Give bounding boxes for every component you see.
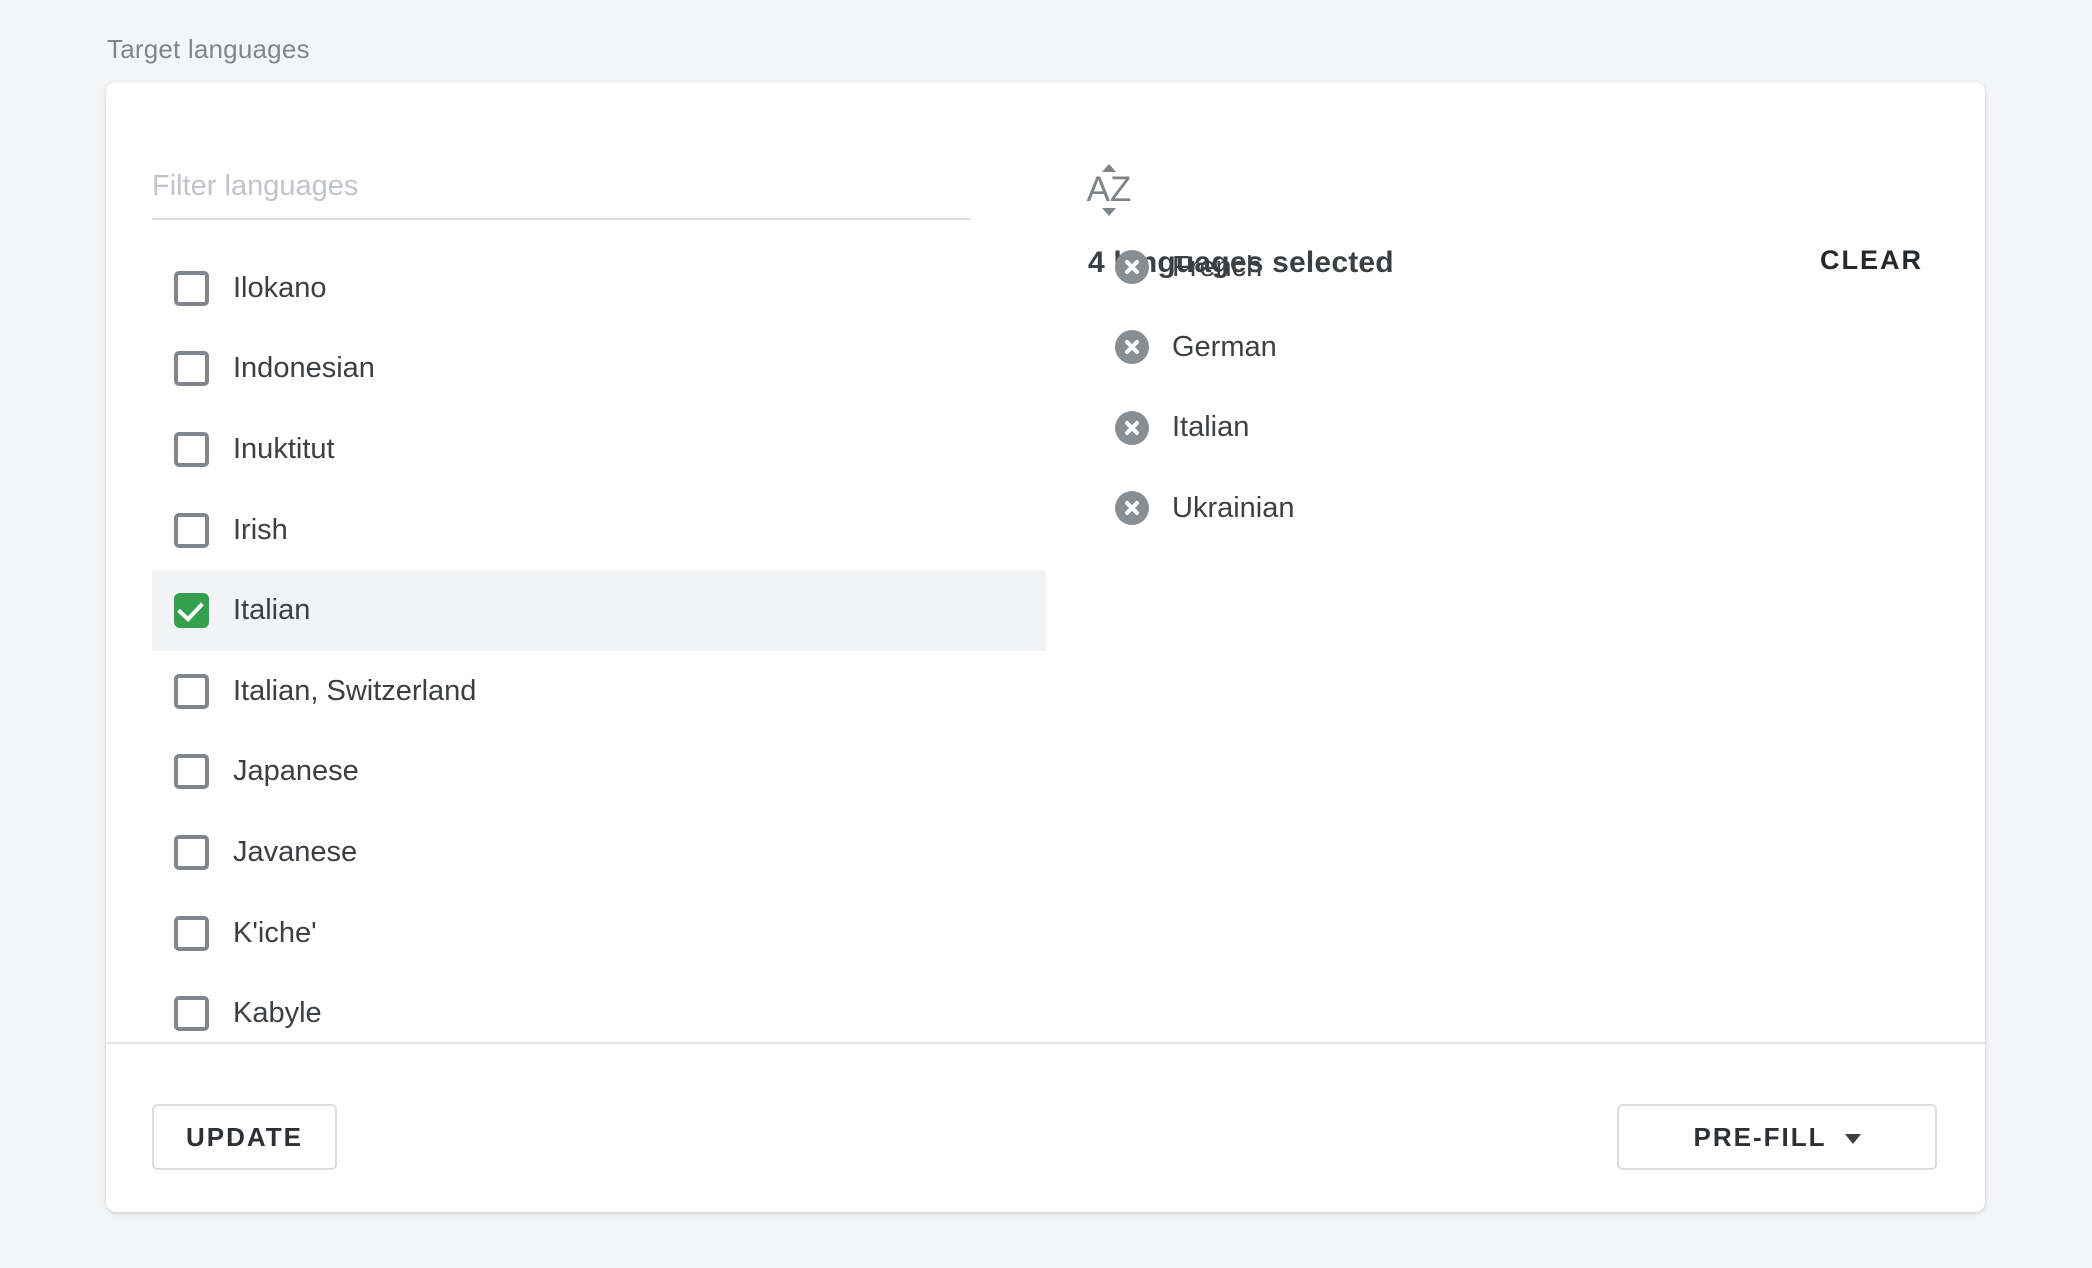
language-label: Indonesian xyxy=(233,352,375,385)
selected-language-label: German xyxy=(1172,331,1277,364)
checkbox-unchecked[interactable] xyxy=(174,351,209,386)
checkbox-unchecked[interactable] xyxy=(174,674,209,709)
selected-language-label: Italian xyxy=(1172,411,1249,444)
selected-language-row-italian: Italian xyxy=(1115,388,1295,468)
checkbox-unchecked[interactable] xyxy=(174,835,209,870)
checkbox-checked[interactable] xyxy=(174,593,209,628)
language-label: Italian, Switzerland xyxy=(233,675,476,708)
checkbox-unchecked[interactable] xyxy=(174,271,209,306)
sort-alphabetical-button[interactable]: AZ xyxy=(1054,142,1164,238)
checkbox-unchecked[interactable] xyxy=(174,916,209,951)
remove-language-icon[interactable] xyxy=(1115,330,1149,364)
language-row-k-iche[interactable]: K'iche' xyxy=(152,893,1046,974)
language-row-inuktitut[interactable]: Inuktitut xyxy=(152,409,1046,490)
selected-language-row-ukrainian: Ukrainian xyxy=(1115,468,1295,548)
language-row-indonesian[interactable]: Indonesian xyxy=(152,329,1046,410)
language-label: Italian xyxy=(233,594,310,627)
language-label: Inuktitut xyxy=(233,433,335,466)
checkbox-unchecked[interactable] xyxy=(174,754,209,789)
target-languages-card: AZ Ilokano Indonesian Inuktitut Irish Italia… xyxy=(106,82,1985,1212)
language-row-italian-switzerland[interactable]: Italian, Switzerland xyxy=(152,651,1046,732)
checkbox-unchecked[interactable] xyxy=(174,996,209,1031)
sort-az-icon: AZ xyxy=(1087,175,1132,205)
language-row-javanese[interactable]: Javanese xyxy=(152,812,1046,893)
page-title: Target languages xyxy=(107,34,310,65)
checkbox-unchecked[interactable] xyxy=(174,513,209,548)
checkbox-unchecked[interactable] xyxy=(174,432,209,467)
prefill-label: PRE-FILL xyxy=(1694,1122,1827,1153)
language-label: Kabyle xyxy=(233,997,322,1030)
checkmark-icon xyxy=(177,595,204,622)
language-list: Ilokano Indonesian Inuktitut Irish Italian It… xyxy=(152,248,1046,1054)
remove-language-icon[interactable] xyxy=(1115,250,1149,284)
language-label: K'iche' xyxy=(233,917,317,950)
language-label: Japanese xyxy=(233,755,359,788)
language-row-irish[interactable]: Irish xyxy=(152,490,1046,571)
filter-languages-input[interactable] xyxy=(152,154,970,220)
selected-language-row-german: German xyxy=(1115,307,1295,387)
sort-down-arrow-icon xyxy=(1102,208,1116,216)
selected-language-label: French xyxy=(1172,251,1262,284)
language-row-ilokano[interactable]: Ilokano xyxy=(152,248,1046,329)
language-label: Irish xyxy=(233,514,288,547)
prefill-button[interactable]: PRE-FILL xyxy=(1617,1104,1937,1170)
selected-language-label: Ukrainian xyxy=(1172,492,1295,525)
language-label: Javanese xyxy=(233,836,357,869)
footer-divider xyxy=(106,1042,1985,1044)
selected-language-row-french: French xyxy=(1115,227,1295,307)
language-label: Ilokano xyxy=(233,272,327,305)
language-row-italian[interactable]: Italian xyxy=(152,570,1046,651)
remove-language-icon[interactable] xyxy=(1115,411,1149,445)
clear-button[interactable]: CLEAR xyxy=(1820,245,1923,276)
language-row-japanese[interactable]: Japanese xyxy=(152,732,1046,813)
remove-language-icon[interactable] xyxy=(1115,491,1149,525)
dropdown-caret-icon xyxy=(1845,1134,1861,1144)
selected-language-list: French German Italian Ukrainian xyxy=(1115,227,1295,548)
update-button[interactable]: UPDATE xyxy=(152,1104,337,1170)
